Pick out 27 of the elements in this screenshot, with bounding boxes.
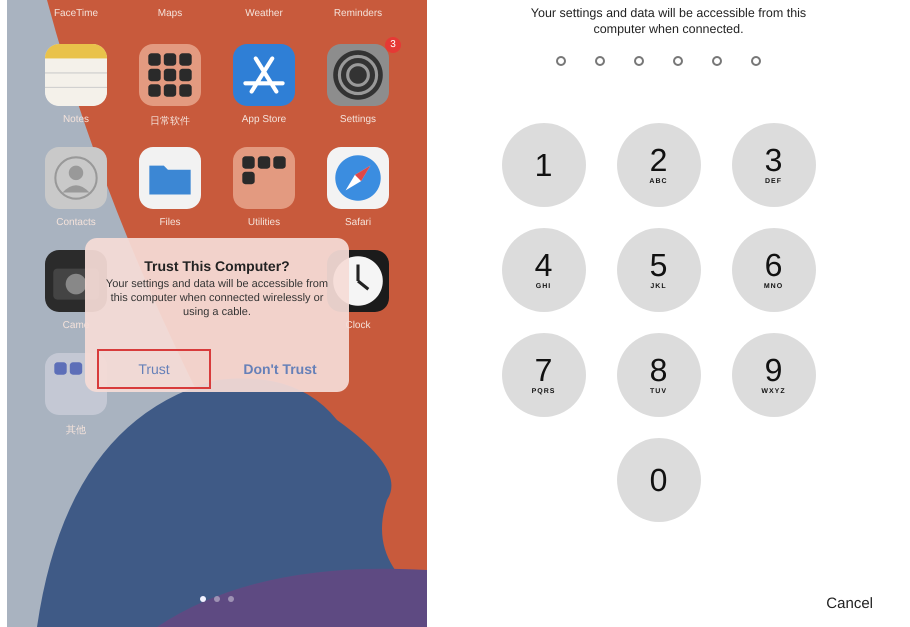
app-label: Settings [340, 114, 376, 125]
page-dot[interactable] [214, 596, 220, 602]
folder-icon[interactable] [139, 147, 201, 209]
app-folder-icon[interactable] [233, 147, 295, 209]
notepad-icon[interactable] [45, 44, 107, 106]
page-dot[interactable] [228, 596, 234, 602]
app-label: Weather [245, 8, 283, 19]
app-label: Contacts [56, 217, 96, 228]
keypad-key[interactable]: 0 [616, 438, 700, 522]
app-label: Reminders [334, 8, 382, 19]
keypad-key[interactable]: 1 [502, 122, 586, 206]
app-label: Files [159, 217, 181, 228]
dialog-title: Trust This Computer? [144, 258, 290, 274]
dialog-message: Your settings and data will be accessible from this computer when connected wirelessly or using a cable. [104, 278, 330, 320]
app-label: Maps [158, 8, 182, 19]
app-label: FaceTime [54, 8, 98, 19]
app-label: Utilities [248, 217, 280, 228]
app-label: App Store [242, 114, 286, 125]
app-label: 日常软件 [150, 114, 190, 128]
settings-icon[interactable] [327, 44, 389, 106]
cancel-button[interactable]: Cancel [826, 595, 873, 612]
app-folder-icon[interactable] [139, 44, 201, 106]
passcode-message: Your settings and data will be accessible from this computer when connected. [530, 5, 808, 38]
compass-icon[interactable] [327, 147, 389, 209]
app-label: 其他 [66, 424, 86, 437]
app-label: Safari [344, 217, 372, 228]
app-store-icon[interactable] [233, 44, 295, 106]
